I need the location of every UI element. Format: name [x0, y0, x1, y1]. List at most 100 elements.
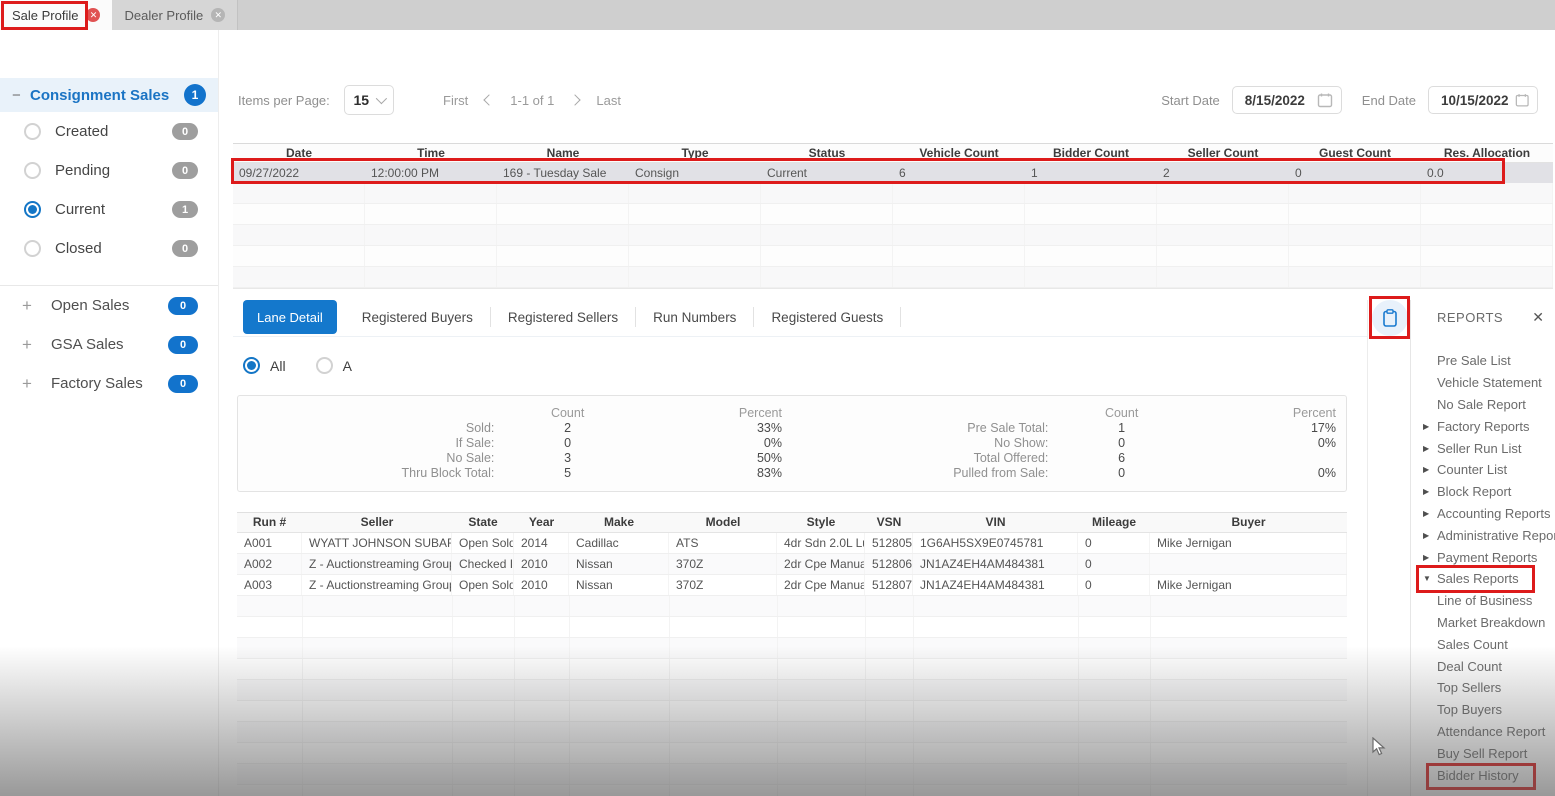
radio-icon[interactable]	[24, 240, 41, 257]
vehicle-row[interactable]: A002 Z - Auctionstreaming Group LLC Chec…	[237, 554, 1347, 575]
empty-row	[237, 680, 1347, 701]
cell-vsn: 512806	[865, 554, 913, 574]
tab-registered-sellers[interactable]: Registered Sellers	[491, 307, 636, 327]
report-item-seller-run-list[interactable]: ▶Seller Run List	[1411, 437, 1555, 459]
column-header: Model	[669, 513, 777, 532]
start-date-value: 8/15/2022	[1245, 93, 1311, 108]
sidebar-section-consignment-sales[interactable]: − Consignment Sales 1	[0, 78, 218, 112]
cell-run: A002	[237, 554, 302, 574]
report-item-administrative-reports[interactable]: ▶Administrative Reports	[1411, 524, 1555, 546]
tab-dealer-profile[interactable]: Dealer Profile ✕	[112, 0, 238, 30]
report-label: Line of Business	[1437, 593, 1532, 608]
report-item-top-buyers[interactable]: Top Buyers	[1411, 699, 1555, 721]
items-per-page-group: Items per Page: 15	[238, 86, 394, 114]
expand-icon[interactable]: +	[22, 296, 41, 316]
tab-registered-buyers[interactable]: Registered Buyers	[345, 307, 491, 327]
count-header: Count	[498, 406, 637, 420]
cell-vehicle-count: 6	[893, 163, 1025, 183]
count-badge: 0	[172, 162, 198, 179]
cell-type: Consign	[629, 163, 761, 183]
report-item-bidder-history[interactable]: Bidder History	[1411, 764, 1555, 786]
start-date-input[interactable]: 8/15/2022	[1232, 86, 1342, 114]
cell-run: A003	[237, 575, 302, 595]
report-item-buy-sell-report[interactable]: Buy Sell Report	[1411, 742, 1555, 764]
calendar-icon[interactable]	[1317, 92, 1333, 108]
tab-label: Lane Detail	[257, 310, 323, 325]
sidebar: − Consignment Sales 1 Created 0 Pending …	[0, 30, 219, 796]
sidebar-section-open-sales[interactable]: + Open Sales 0	[0, 286, 218, 325]
stat-label: Pre Sale Total:	[792, 421, 1052, 435]
report-item-no-sale-report[interactable]: No Sale Report	[1411, 394, 1555, 416]
report-item-sales-count[interactable]: Sales Count	[1411, 633, 1555, 655]
radio-selected-icon[interactable]	[243, 357, 260, 374]
cell-year: 2010	[514, 575, 569, 595]
column-header: Type	[629, 144, 761, 162]
report-item-sales-reports[interactable]: ▼Sales Reports	[1411, 568, 1555, 590]
sidebar-item-label: Factory Sales	[51, 375, 168, 392]
report-item-attendance-report[interactable]: Attendance Report	[1411, 721, 1555, 743]
tab-label: Run Numbers	[653, 310, 736, 325]
items-per-page-select[interactable]: 15	[344, 85, 394, 115]
count-header: Count	[1052, 406, 1191, 420]
report-item-top-sellers[interactable]: Top Sellers	[1411, 677, 1555, 699]
report-item-accounting-reports[interactable]: ▶Accounting Reports	[1411, 503, 1555, 525]
pagination-last[interactable]: Last	[596, 93, 621, 108]
date-range-group: Start Date 8/15/2022 End Date 10/15/2022	[1161, 86, 1538, 114]
sidebar-item-closed[interactable]: Closed 0	[0, 229, 218, 268]
count-badge: 0	[168, 375, 198, 393]
stat-percent: 0%	[1191, 436, 1346, 450]
radio-icon[interactable]	[24, 123, 41, 140]
report-item-market-breakdown[interactable]: Market Breakdown	[1411, 612, 1555, 634]
vehicle-row[interactable]: A001 WYATT JOHNSON SUBARU H... Open Sold…	[237, 533, 1347, 554]
radio-icon[interactable]	[316, 357, 333, 374]
sidebar-item-label: Open Sales	[51, 297, 168, 314]
sales-table-row-selected[interactable]: 09/27/2022 12:00:00 PM 169 - Tuesday Sal…	[233, 163, 1553, 183]
close-tab-icon[interactable]: ✕	[86, 8, 100, 22]
collapse-icon[interactable]: −	[12, 87, 30, 104]
close-icon[interactable]: ✕	[1532, 309, 1544, 326]
expand-icon[interactable]: +	[22, 335, 41, 355]
end-date-input[interactable]: 10/15/2022	[1428, 86, 1538, 114]
tab-registered-guests[interactable]: Registered Guests	[754, 307, 901, 327]
report-item-pre-sale-list[interactable]: Pre Sale List	[1411, 350, 1555, 372]
report-label: Seller Run List	[1437, 441, 1522, 456]
lane-filter-a[interactable]: A	[316, 357, 352, 374]
chevron-right-icon[interactable]	[570, 94, 581, 105]
radio-selected-icon[interactable]	[24, 201, 41, 218]
report-item-vehicle-statement[interactable]: Vehicle Statement	[1411, 372, 1555, 394]
percent-header: Percent	[637, 406, 792, 420]
chevron-down-icon: ▼	[1423, 574, 1431, 583]
start-date-label: Start Date	[1161, 93, 1220, 108]
cell-vsn: 512805	[865, 533, 913, 553]
empty-row	[233, 183, 1553, 204]
tab-lane-detail[interactable]: Lane Detail	[243, 300, 337, 334]
sidebar-item-current[interactable]: Current 1	[0, 190, 218, 229]
close-tab-icon[interactable]: ✕	[211, 8, 225, 22]
report-item-payment-reports[interactable]: ▶Payment Reports	[1411, 546, 1555, 568]
lane-filter-all[interactable]: All	[243, 357, 286, 374]
sidebar-section-gsa-sales[interactable]: + GSA Sales 0	[0, 325, 218, 364]
pagination-first[interactable]: First	[443, 93, 468, 108]
expand-icon[interactable]: +	[22, 374, 41, 394]
report-item-factory-reports[interactable]: ▶Factory Reports	[1411, 415, 1555, 437]
sidebar-item-created[interactable]: Created 0	[0, 112, 218, 151]
vehicle-row[interactable]: A003 Z - Auctionstreaming Group LLC Open…	[237, 575, 1347, 596]
calendar-icon[interactable]	[1515, 92, 1529, 108]
report-item-deal-count[interactable]: Deal Count	[1411, 655, 1555, 677]
stat-label: Total Offered:	[792, 451, 1052, 465]
report-item-block-report[interactable]: ▶Block Report	[1411, 481, 1555, 503]
report-item-counter-list[interactable]: ▶Counter List	[1411, 459, 1555, 481]
report-item-line-of-business[interactable]: Line of Business	[1411, 590, 1555, 612]
chevron-right-icon: ▶	[1423, 465, 1429, 474]
radio-icon[interactable]	[24, 162, 41, 179]
chevron-down-icon	[376, 93, 387, 104]
column-header: Year	[514, 513, 569, 532]
chevron-left-icon[interactable]	[484, 94, 495, 105]
sales-table-header: Date Time Name Type Status Vehicle Count…	[233, 144, 1553, 163]
reports-clipboard-button[interactable]	[1372, 300, 1408, 336]
sidebar-section-factory-sales[interactable]: + Factory Sales 0	[0, 364, 218, 403]
tab-sale-profile[interactable]: Sale Profile ✕	[0, 0, 112, 30]
column-header: Time	[365, 144, 497, 162]
sidebar-item-pending[interactable]: Pending 0	[0, 151, 218, 190]
tab-run-numbers[interactable]: Run Numbers	[636, 307, 754, 327]
